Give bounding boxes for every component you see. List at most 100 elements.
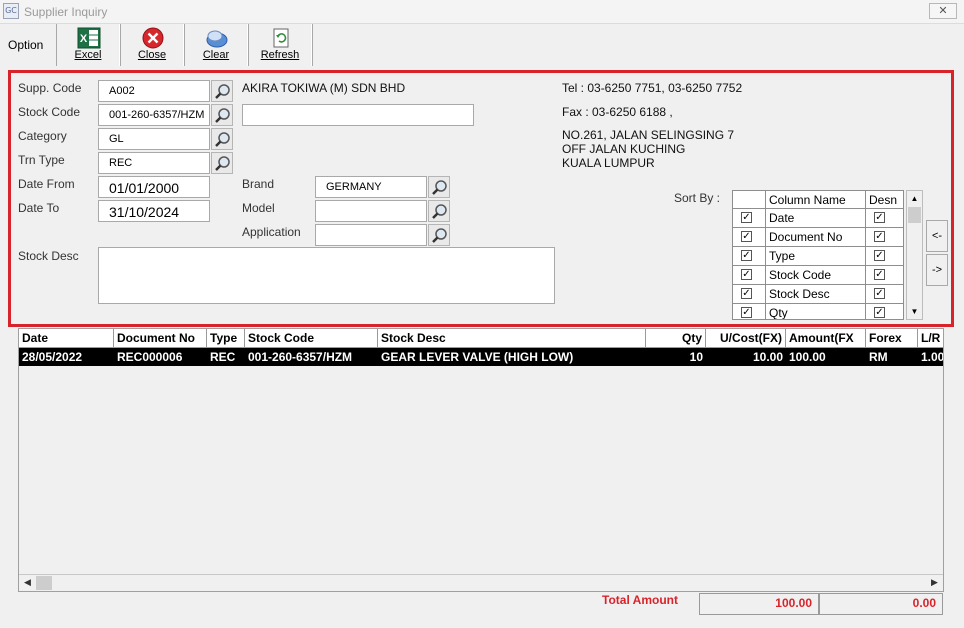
- category-lookup-button[interactable]: [211, 128, 233, 150]
- close-button[interactable]: Close: [120, 24, 184, 66]
- move-right-button[interactable]: ->: [926, 254, 948, 286]
- scroll-left-arrow[interactable]: ◀: [19, 575, 36, 591]
- brand-input[interactable]: GERMANY: [315, 176, 427, 198]
- col-header-stock-code[interactable]: Stock Code: [245, 329, 378, 348]
- stock-code-label: Stock Code: [18, 105, 81, 119]
- category-label: Category: [18, 129, 67, 143]
- scroll-up-arrow[interactable]: ▲: [907, 191, 922, 206]
- sort-desc-checkbox[interactable]: ✓: [874, 269, 885, 280]
- sort-row-check-cell: ✓: [733, 228, 766, 246]
- sort-checkbox[interactable]: ✓: [741, 250, 752, 261]
- sort-row-desc-cell: ✓: [866, 266, 903, 284]
- stock-desc-input[interactable]: [98, 247, 555, 304]
- category-input[interactable]: GL: [98, 128, 210, 150]
- sort-row[interactable]: ✓ Date ✓: [733, 209, 903, 228]
- cell-qty: 10: [689, 350, 703, 364]
- supplier-tel: Tel : 03-6250 7751, 03-6250 7752: [562, 81, 743, 95]
- col-header-qty[interactable]: Qty: [646, 329, 706, 348]
- search-icon: [432, 228, 447, 243]
- date-to-label: Date To: [18, 201, 60, 215]
- total-amount-label: Total Amount: [602, 593, 678, 607]
- trn-type-input[interactable]: REC: [98, 152, 210, 174]
- search-icon: [215, 108, 230, 123]
- refresh-button[interactable]: Refresh: [248, 24, 312, 66]
- sort-row[interactable]: ✓ Stock Code ✓: [733, 266, 903, 285]
- stock-desc-label: Stock Desc: [18, 249, 79, 263]
- window-close-button[interactable]: ✕: [929, 3, 957, 19]
- supp-code-input[interactable]: A002: [98, 80, 210, 102]
- application-input[interactable]: [315, 224, 427, 246]
- model-input[interactable]: [315, 200, 427, 222]
- date-from-label: Date From: [18, 177, 75, 191]
- col-header-stock-desc[interactable]: Stock Desc: [378, 329, 646, 348]
- model-lookup-button[interactable]: [428, 200, 450, 222]
- scroll-down-arrow[interactable]: ▼: [907, 304, 922, 319]
- sort-desc-checkbox[interactable]: ✓: [874, 250, 885, 261]
- model-label: Model: [242, 201, 275, 215]
- application-lookup-button[interactable]: [428, 224, 450, 246]
- sort-checkbox[interactable]: ✓: [741, 307, 752, 318]
- sort-row-desc-cell: ✓: [866, 209, 903, 227]
- stock-code-lookup-button[interactable]: [211, 104, 233, 126]
- clear-label: Clear: [202, 49, 230, 61]
- sort-grid-scrollbar[interactable]: ▲ ▼: [906, 190, 923, 320]
- sort-row-desc-cell: ✓: [866, 285, 903, 303]
- col-header-forex[interactable]: Forex: [866, 329, 918, 348]
- col-header-date[interactable]: Date: [19, 329, 114, 348]
- sort-row[interactable]: ✓ Qty ✓: [733, 304, 903, 319]
- refresh-icon: [273, 28, 289, 48]
- sort-desc-checkbox[interactable]: ✓: [874, 231, 885, 242]
- application-label: Application: [242, 225, 301, 239]
- col-header-amount[interactable]: Amount(FX: [786, 329, 866, 348]
- trn-type-lookup-button[interactable]: [211, 152, 233, 174]
- sort-header-column-name[interactable]: Column Name: [766, 191, 866, 209]
- table-row[interactable]: 28/05/2022 REC000006 REC 001-260-6357/HZ…: [19, 348, 943, 366]
- sort-checkbox[interactable]: ✓: [741, 288, 752, 299]
- supp-code-label: Supp. Code: [18, 81, 82, 95]
- date-to-input[interactable]: 31/10/2024: [98, 200, 210, 222]
- supp-code-lookup-button[interactable]: [211, 80, 233, 102]
- refresh-label: Refresh: [260, 49, 300, 61]
- col-header-lr[interactable]: L/R: [918, 329, 943, 348]
- excel-button[interactable]: X Excel: [56, 24, 120, 66]
- total-amount-value: 100.00: [699, 593, 819, 615]
- cell-date: 28/05/2022: [22, 350, 83, 364]
- sort-row-column-name: Date: [766, 209, 866, 227]
- scroll-thumb[interactable]: [908, 207, 921, 223]
- stock-name-input[interactable]: [242, 104, 474, 126]
- sort-row-column-name: Stock Desc: [766, 285, 866, 303]
- sort-header-desc[interactable]: Desn: [866, 191, 903, 209]
- results-grid[interactable]: Date Document No Type Stock Code Stock D…: [18, 328, 944, 592]
- stock-code-input[interactable]: 001-260-6357/HZM: [98, 104, 210, 126]
- sort-row[interactable]: ✓ Stock Desc ✓: [733, 285, 903, 304]
- supplier-address-line-3: KUALA LUMPUR: [562, 156, 655, 170]
- sort-row-check-cell: ✓: [733, 304, 766, 319]
- scroll-thumb[interactable]: [36, 576, 52, 590]
- search-icon: [215, 156, 230, 171]
- cell-stock-desc: GEAR LEVER VALVE (HIGH LOW): [381, 350, 574, 364]
- col-header-document-no[interactable]: Document No: [114, 329, 207, 348]
- sort-row-desc-cell: ✓: [866, 247, 903, 265]
- scroll-right-arrow[interactable]: ▶: [926, 575, 943, 591]
- col-header-type[interactable]: Type: [207, 329, 245, 348]
- sort-checkbox[interactable]: ✓: [741, 269, 752, 280]
- search-icon: [215, 132, 230, 147]
- sort-desc-checkbox[interactable]: ✓: [874, 212, 885, 223]
- search-icon: [215, 84, 230, 99]
- col-header-ucost[interactable]: U/Cost(FX): [706, 329, 786, 348]
- sort-row-check-cell: ✓: [733, 285, 766, 303]
- supplier-address-line-1: NO.261, JALAN SELINGSING 7: [562, 128, 735, 142]
- sort-row[interactable]: ✓ Type ✓: [733, 247, 903, 266]
- svg-text:X: X: [80, 33, 88, 45]
- sort-row[interactable]: ✓ Document No ✓: [733, 228, 903, 247]
- sort-desc-checkbox[interactable]: ✓: [874, 307, 885, 318]
- clear-button[interactable]: Clear: [184, 24, 248, 66]
- sort-checkbox[interactable]: ✓: [741, 231, 752, 242]
- brand-lookup-button[interactable]: [428, 176, 450, 198]
- move-left-button[interactable]: <-: [926, 220, 948, 252]
- sort-desc-checkbox[interactable]: ✓: [874, 288, 885, 299]
- sort-grid[interactable]: Column Name Desn ✓ Date ✓ ✓ Document No ✓ ✓ Typ…: [732, 190, 904, 320]
- results-horizontal-scrollbar[interactable]: ◀ ▶: [19, 574, 943, 591]
- date-from-input[interactable]: 01/01/2000: [98, 176, 210, 198]
- sort-checkbox[interactable]: ✓: [741, 212, 752, 223]
